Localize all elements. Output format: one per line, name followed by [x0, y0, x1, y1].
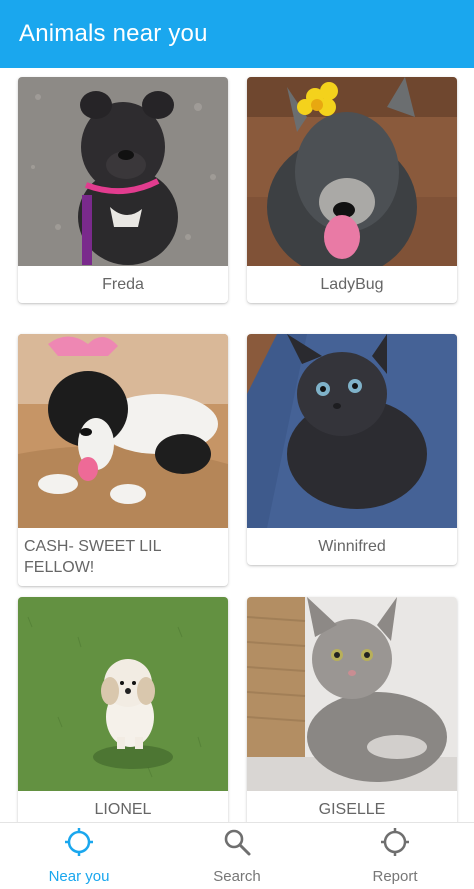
nav-item-search[interactable]: Search	[158, 823, 316, 889]
app-header: Animals near you	[0, 0, 474, 68]
nav-item-near-you[interactable]: Near you	[0, 823, 158, 889]
animal-grid[interactable]: Freda LadyBug CASH- SWEET LIL FELLOW! Wi…	[0, 68, 474, 822]
crosshair-icon	[64, 827, 94, 862]
nav-label: Report	[372, 868, 418, 885]
animal-card-freda[interactable]: Freda	[18, 77, 228, 303]
crosshair-icon	[380, 827, 410, 862]
animal-photo	[247, 77, 457, 266]
animal-photo	[247, 597, 457, 791]
animal-name: GISELLE	[318, 801, 386, 818]
animal-card-giselle[interactable]: GISELLE	[247, 597, 457, 822]
animal-name: LIONEL	[94, 801, 152, 818]
page-title: Animals near you	[19, 20, 208, 47]
nav-label: Near you	[48, 868, 110, 885]
animal-photo	[247, 334, 457, 528]
animal-card-cash[interactable]: CASH- SWEET LIL FELLOW!	[18, 334, 228, 586]
animal-photo	[18, 334, 228, 528]
animal-name: Freda	[102, 276, 144, 293]
animal-card-ladybug[interactable]: LadyBug	[247, 77, 457, 303]
animal-card-winnifred[interactable]: Winnifred	[247, 334, 457, 565]
search-icon	[222, 827, 252, 862]
animal-name: LadyBug	[320, 276, 384, 293]
nav-label: Search	[213, 868, 261, 885]
animal-photo	[18, 597, 228, 791]
animal-name: Winnifred	[318, 538, 386, 555]
bottom-nav: Near you Search Report	[0, 822, 474, 889]
animal-name: CASH- SWEET LIL FELLOW!	[24, 538, 161, 576]
app-root: Animals near you Freda LadyBug CASH- SWE…	[0, 0, 474, 889]
animal-photo	[18, 77, 228, 266]
animal-card-lionel[interactable]: LIONEL	[18, 597, 228, 822]
nav-item-report[interactable]: Report	[316, 823, 474, 889]
